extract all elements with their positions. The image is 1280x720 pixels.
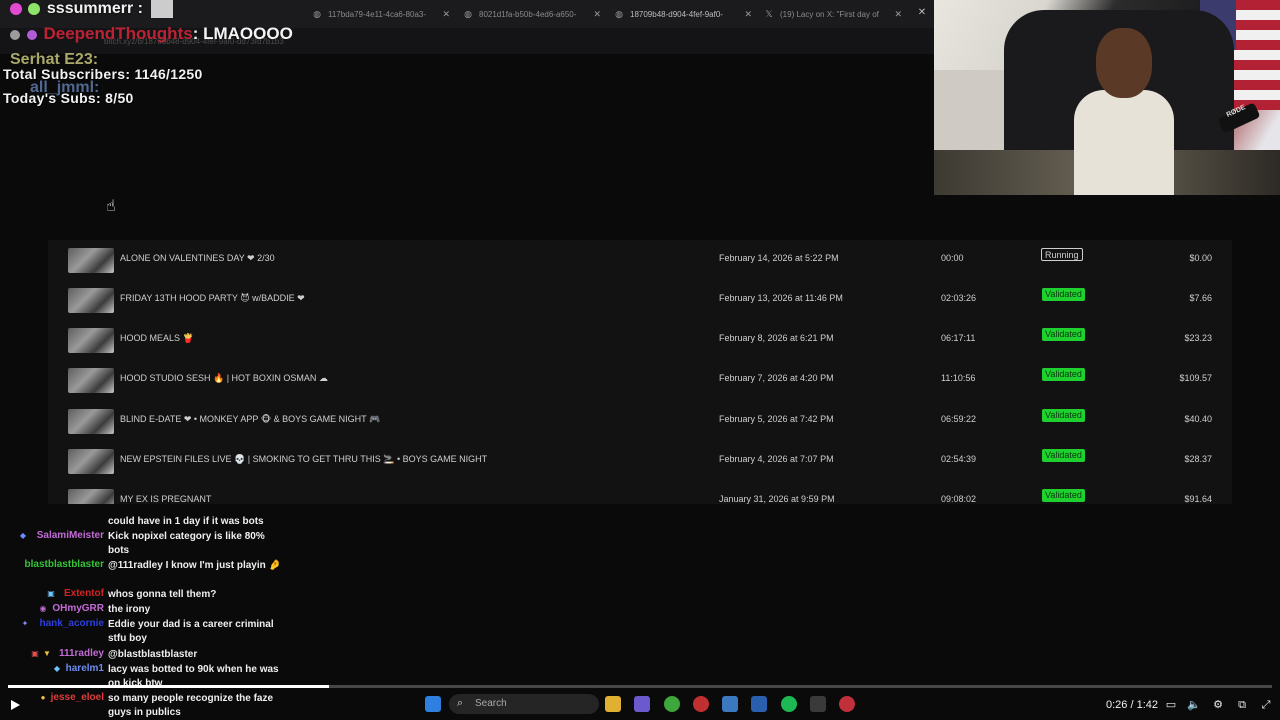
hand-cursor-icon: ☝	[106, 198, 116, 215]
status-badge: Running	[1041, 248, 1083, 261]
play-icon[interactable]	[8, 698, 22, 712]
badge-icon: ▼	[43, 649, 51, 658]
file-explorer-icon[interactable]	[605, 696, 621, 712]
table-row[interactable]: NEW EPSTEIN FILES LIVE 💀 | SMOKING TO GE…	[48, 441, 1232, 481]
badge-icon: ▣	[47, 589, 55, 598]
chat-message: @111radley I know I'm just playin 🤌	[108, 560, 281, 571]
stream-thumbnail	[68, 489, 114, 504]
badge-icon: ◆	[53, 664, 61, 673]
chat-message: the irony	[108, 604, 151, 615]
chat-username[interactable]: harelm1	[66, 663, 104, 674]
chat-message: @blastblastblaster	[108, 649, 198, 660]
status-badge: Validated	[1042, 489, 1085, 502]
streamer	[1074, 20, 1174, 195]
chat-username[interactable]: 111radley	[59, 648, 104, 659]
chat-username[interactable]: SalamiMeister	[37, 530, 104, 541]
globe-icon: ◍	[313, 9, 321, 19]
subtitles-icon[interactable]: ▭	[1164, 698, 1178, 712]
stream-thumbnail	[68, 368, 114, 393]
webcam-feed: RØDE	[934, 0, 1280, 195]
table-row[interactable]: ALONE ON VALENTINES DAY ❤ 2/30 February …	[48, 240, 1232, 280]
badge-icon: ▣	[31, 649, 39, 658]
close-icon[interactable]: ✕	[894, 9, 902, 20]
stream-list: ALONE ON VALENTINES DAY ❤ 2/30 February …	[48, 240, 1232, 504]
badge-icon: ◉	[39, 604, 47, 613]
video-progress-fill	[8, 685, 330, 688]
app-icon[interactable]	[839, 696, 855, 712]
chat-username[interactable]: blastblastblaster	[25, 559, 104, 570]
windows-start-icon[interactable]	[425, 696, 441, 712]
browser-tab-active[interactable]: ◍ 18709b48-d904-4fef-9af0- ✕	[614, 4, 754, 24]
todays-subs-counter: Today's Subs: 8/50	[3, 90, 134, 106]
status-badge: Validated	[1042, 449, 1085, 462]
close-icon[interactable]: ✕	[744, 9, 752, 20]
stream-thumbnail	[68, 328, 114, 353]
badge-icon	[28, 3, 41, 15]
stream-thumbnail	[68, 449, 114, 474]
browser-tab[interactable]: 𝕏 (19) Lacy on X: "First day of ✕	[764, 4, 904, 24]
pip-icon[interactable]: ⧉	[1235, 698, 1249, 712]
app-icon[interactable]	[693, 696, 709, 712]
badge-icon: ●	[40, 693, 46, 702]
chat-username[interactable]: jesse_eloel	[51, 692, 104, 703]
search-icon: ⌕	[457, 697, 464, 709]
app-icon[interactable]	[751, 696, 767, 712]
stream-thumbnail	[68, 288, 114, 313]
chat-username[interactable]: hank_acornie	[40, 618, 104, 629]
close-icon[interactable]: ✕	[915, 6, 929, 20]
video-progress-bar[interactable]	[8, 685, 1272, 688]
table-row[interactable]: MY EX IS PREGNANT January 31, 2026 at 9:…	[48, 481, 1232, 504]
chat-username[interactable]: Extentof	[64, 588, 104, 599]
chrome-icon[interactable]	[664, 696, 680, 712]
table-row[interactable]: FRIDAY 13TH HOOD PARTY 😈 w/BADDIE ❤ Febr…	[48, 280, 1232, 320]
chat-panel: could have in 1 day if it was bots ◆ Sal…	[0, 514, 300, 720]
overlay-chat-line: DeependThoughts: LMAOOOO	[10, 24, 293, 44]
emote-image	[151, 0, 174, 18]
status-badge: Validated	[1042, 368, 1085, 381]
globe-icon: ◍	[464, 9, 472, 19]
badge-icon	[26, 29, 37, 40]
badge-icon	[10, 3, 22, 15]
total-subscribers-counter: Total Subscribers: 1146/1250	[3, 66, 203, 82]
close-icon[interactable]: ✕	[442, 9, 450, 20]
chat-username[interactable]: OHmyGRR	[52, 603, 104, 614]
table-row[interactable]: BLIND E-DATE ❤ • MONKEY APP 🐵 & BOYS GAM…	[48, 401, 1232, 441]
app-icon[interactable]	[722, 696, 738, 712]
app-icon[interactable]	[810, 696, 826, 712]
discord-icon[interactable]	[634, 696, 650, 712]
video-timecode: 0:26 / 1:42	[1106, 699, 1158, 711]
browser-tab[interactable]: ◍ 8021d1fa-b50b-4ed6-a650- ✕	[463, 4, 603, 24]
chat-message: Kick nopixel category is like 80% bots	[108, 531, 265, 556]
fullscreen-icon[interactable]: ⤢	[1259, 698, 1273, 712]
x-logo-icon: 𝕏	[765, 9, 773, 19]
browser-tab[interactable]: ◍ 117bda79-4e11-4ca6-80a3- ✕	[312, 4, 452, 24]
close-icon[interactable]: ✕	[593, 9, 601, 20]
badge-icon	[10, 29, 20, 40]
status-badge: Validated	[1042, 409, 1085, 422]
status-badge: Validated	[1042, 288, 1085, 301]
overlay-chat-line: sssummerr :	[10, 0, 174, 18]
chat-message: could have in 1 day if it was bots	[108, 516, 264, 527]
badge-icon: ✦	[21, 619, 29, 628]
table-row[interactable]: HOOD STUDIO SESH 🔥 | HOT BOXIN OSMAN ☁ F…	[48, 360, 1232, 400]
chat-message: Eddie your dad is a career criminal stfu…	[108, 619, 274, 644]
spotify-icon[interactable]	[781, 696, 797, 712]
settings-gear-icon[interactable]: ⚙	[1211, 698, 1225, 712]
badge-icon: ◆	[19, 531, 27, 540]
status-badge: Validated	[1042, 328, 1085, 341]
globe-icon: ◍	[615, 9, 623, 19]
chat-message: so many people recognize the faze guys i…	[108, 693, 274, 718]
volume-icon[interactable]: 🔈	[1187, 698, 1201, 712]
taskbar-search[interactable]: ⌕ Search	[449, 694, 599, 714]
chat-message: whos gonna tell them?	[108, 589, 217, 600]
stream-thumbnail	[68, 409, 114, 434]
stream-thumbnail	[68, 248, 114, 273]
table-row[interactable]: HOOD MEALS 🍟 February 8, 2026 at 6:21 PM…	[48, 320, 1232, 360]
